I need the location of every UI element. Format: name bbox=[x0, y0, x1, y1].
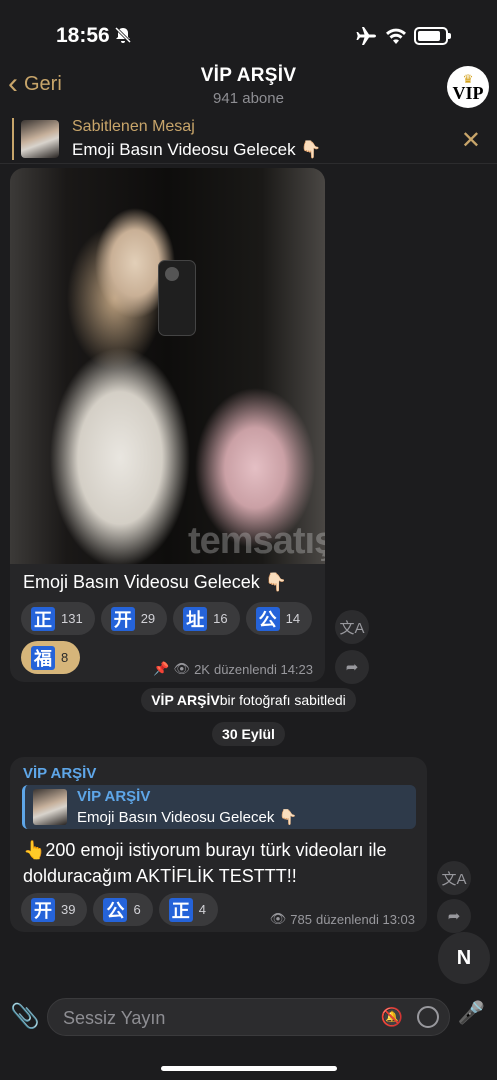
message-bubble[interactable]: VİP ARŞİV VİP ARŞİV Emoji Basın Videosu … bbox=[10, 757, 427, 932]
reaction-emoji-icon: 公 bbox=[103, 897, 128, 922]
reply-quote[interactable]: VİP ARŞİV Emoji Basın Videosu Gelecek 👇🏻 bbox=[22, 785, 416, 829]
view-count: 2K bbox=[194, 661, 210, 677]
home-indicator bbox=[161, 1066, 337, 1071]
reaction-emoji-icon: 址 bbox=[183, 606, 208, 631]
reply-thumbnail bbox=[33, 789, 67, 825]
input-placeholder: Sessiz Yayın bbox=[63, 1008, 166, 1028]
app-logo-icon: N bbox=[456, 946, 472, 969]
reaction-chip[interactable]: 正4 bbox=[158, 893, 218, 926]
share-button[interactable]: ➦ bbox=[437, 899, 471, 933]
reaction-emoji-icon: 福 bbox=[31, 645, 55, 670]
edited-time: düzenlendi 14:23 bbox=[213, 661, 313, 677]
pin-icon: 📌 bbox=[153, 661, 170, 676]
reaction-emoji-icon: 开 bbox=[110, 606, 135, 631]
reaction-chip[interactable]: 址 16 bbox=[173, 602, 240, 635]
message-photo[interactable]: temsatış bbox=[10, 168, 325, 564]
edited-time: düzenlendi 13:03 bbox=[315, 911, 415, 927]
reaction-emoji-icon: 正 bbox=[168, 897, 193, 922]
pinned-thumbnail bbox=[21, 120, 59, 158]
sender-name: VİP ARŞİV bbox=[23, 765, 97, 782]
share-arrow-icon: ➦ bbox=[447, 908, 461, 925]
pinned-indicator bbox=[12, 118, 14, 160]
reaction-chip[interactable]: 正 131 bbox=[21, 602, 95, 635]
silent-bell-icon bbox=[114, 26, 132, 44]
share-arrow-icon: ➦ bbox=[345, 659, 359, 676]
translate-icon: 文A bbox=[441, 870, 467, 888]
watermark: temsatış bbox=[188, 520, 325, 562]
channel-title: VİP ARŞİV bbox=[200, 65, 297, 86]
reaction-emoji-icon: 开 bbox=[31, 897, 55, 922]
message-bubble[interactable]: temsatış Emoji Basın Videosu Gelecek 👇🏻 … bbox=[10, 168, 325, 682]
share-button[interactable]: ➦ bbox=[335, 650, 369, 684]
reaction-chip[interactable]: 公 14 bbox=[245, 602, 313, 635]
service-message: VİP ARŞİV bir fotoğrafı sabitledi bbox=[0, 688, 497, 712]
chat-header: ‹ Geri VİP ARŞİV 941 abone ♛ VIP bbox=[0, 60, 497, 112]
message-meta: 👁 785 düzenlendi 13:03 bbox=[270, 911, 415, 927]
reaction-list: 开 39 公6 正4 bbox=[21, 893, 218, 926]
scroll-to-bottom-button[interactable]: N bbox=[438, 932, 490, 984]
wifi-icon bbox=[386, 28, 406, 44]
reaction-emoji-icon: 公 bbox=[255, 606, 280, 631]
date-chip: 30 Eylül bbox=[0, 722, 497, 746]
message-meta: 📌 👁 2K düzenlendi 14:23 bbox=[153, 661, 313, 677]
translate-icon: 文A bbox=[339, 619, 365, 637]
reaction-chip-selected[interactable]: 福8 bbox=[21, 641, 81, 674]
reaction-chip[interactable]: 公6 bbox=[93, 893, 153, 926]
channel-avatar[interactable]: ♛ VIP bbox=[447, 66, 489, 108]
status-time: 18:56 bbox=[56, 24, 110, 47]
reply-text: Emoji Basın Videosu Gelecek 👇🏻 bbox=[77, 809, 298, 826]
pinned-text: Emoji Basın Videosu Gelecek 👇🏻 bbox=[72, 140, 322, 159]
sticker-icon[interactable] bbox=[417, 1006, 439, 1028]
phone-in-photo bbox=[158, 260, 196, 336]
message-text: 👆200 emoji istiyorum burayı türk videola… bbox=[23, 840, 387, 886]
reaction-emoji-icon: 正 bbox=[31, 606, 55, 631]
close-icon[interactable]: ✕ bbox=[461, 126, 481, 155]
eye-icon: 👁 bbox=[173, 661, 191, 676]
channel-title-block[interactable]: VİP ARŞİV 941 abone bbox=[0, 65, 497, 107]
status-bar: 18:56 bbox=[0, 0, 497, 60]
translate-button[interactable]: 文A bbox=[335, 610, 369, 644]
message-input[interactable]: Sessiz Yayın 🔕 bbox=[47, 998, 450, 1036]
eye-icon: 👁 bbox=[269, 911, 287, 926]
mute-bell-icon[interactable]: 🔕 bbox=[381, 1007, 403, 1028]
battery-icon bbox=[414, 27, 451, 45]
reaction-chip[interactable]: 开 29 bbox=[100, 602, 168, 635]
view-count: 785 bbox=[290, 911, 312, 927]
reaction-chip[interactable]: 开 39 bbox=[21, 893, 88, 926]
reply-name: VİP ARŞİV bbox=[77, 788, 151, 805]
attach-icon[interactable]: 📎 bbox=[10, 1002, 40, 1031]
microphone-icon[interactable]: 🎤 bbox=[458, 1000, 485, 1026]
subscriber-count: 941 abone bbox=[213, 90, 284, 107]
message-text: Emoji Basın Videosu Gelecek 👇🏻 bbox=[23, 572, 288, 592]
airplane-icon bbox=[356, 27, 376, 45]
pinned-message-bar[interactable]: Sabitlenen Mesaj Emoji Basın Videosu Gel… bbox=[0, 114, 497, 164]
translate-button[interactable]: 文A bbox=[437, 861, 471, 895]
pinned-title: Sabitlenen Mesaj bbox=[72, 118, 195, 135]
